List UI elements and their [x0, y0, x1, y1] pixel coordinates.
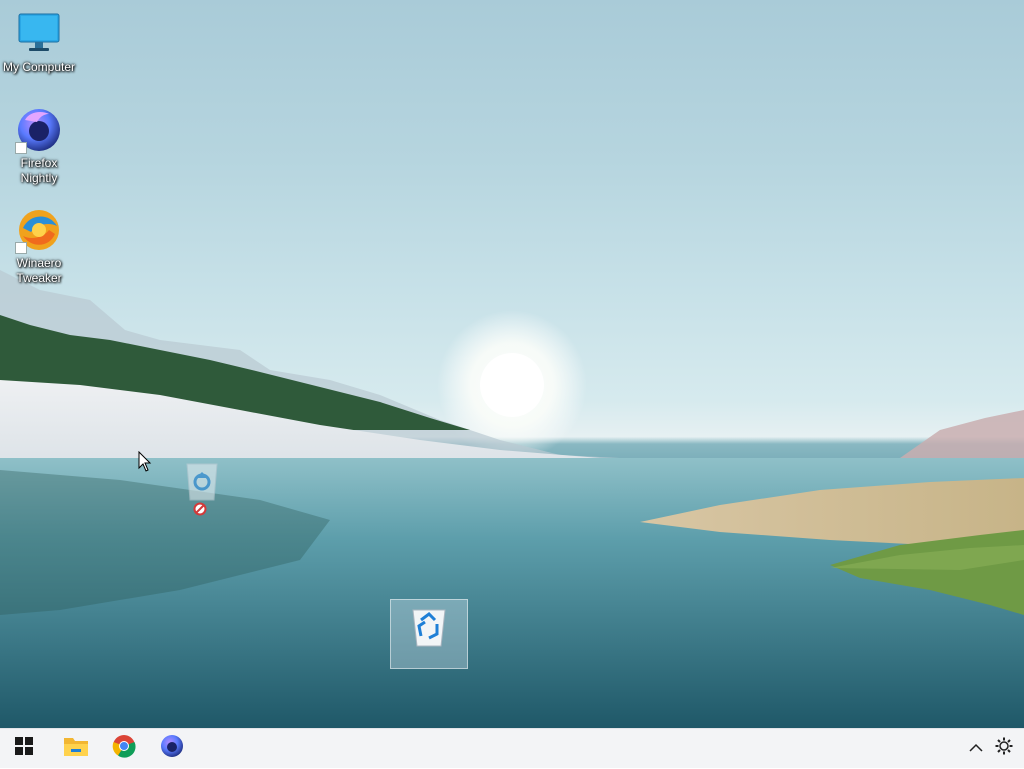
desktop-icon-label: Firefox Nightly [20, 156, 58, 185]
drag-ghost-recycle-bin-icon [183, 460, 221, 504]
not-allowed-icon [193, 502, 207, 516]
recycle-bin-icon [409, 606, 449, 655]
taskbar-firefox-nightly[interactable] [148, 729, 196, 769]
file-explorer-icon [63, 735, 89, 762]
shortcut-arrow-icon [15, 242, 27, 254]
chrome-icon [112, 734, 136, 763]
taskbar-file-explorer[interactable] [52, 729, 100, 769]
desktop-icon-label: My Computer [2, 60, 76, 74]
desktop-icon-recycle-bin[interactable] [390, 599, 468, 669]
desktop-icon-my-computer[interactable]: My Computer [0, 10, 78, 75]
desktop-icon-firefox-nightly[interactable]: Firefox Nightly [0, 106, 78, 186]
shortcut-arrow-icon [15, 142, 27, 154]
desktop[interactable]: My Computer Firefox Nightly Winaero Twea… [0, 0, 1024, 728]
show-hidden-icons-button[interactable] [962, 729, 990, 769]
taskbar-chrome[interactable] [100, 729, 148, 769]
gear-icon [995, 737, 1013, 760]
firefox-nightly-icon [15, 106, 63, 154]
monitor-icon [15, 10, 63, 58]
desktop-icon-label: Winaero Tweaker [16, 256, 62, 285]
desktop-icon-winaero-tweaker[interactable]: Winaero Tweaker [0, 206, 78, 286]
taskbar [0, 728, 1024, 768]
windows-start-icon [15, 737, 33, 760]
system-tray [962, 729, 1024, 769]
firefox-nightly-icon [160, 734, 184, 763]
mouse-cursor [138, 450, 152, 473]
chevron-up-icon [969, 740, 983, 758]
winaero-tweaker-icon [15, 206, 63, 254]
settings-tray-button[interactable] [990, 729, 1018, 769]
start-button[interactable] [0, 729, 48, 769]
wallpaper [0, 270, 1024, 728]
